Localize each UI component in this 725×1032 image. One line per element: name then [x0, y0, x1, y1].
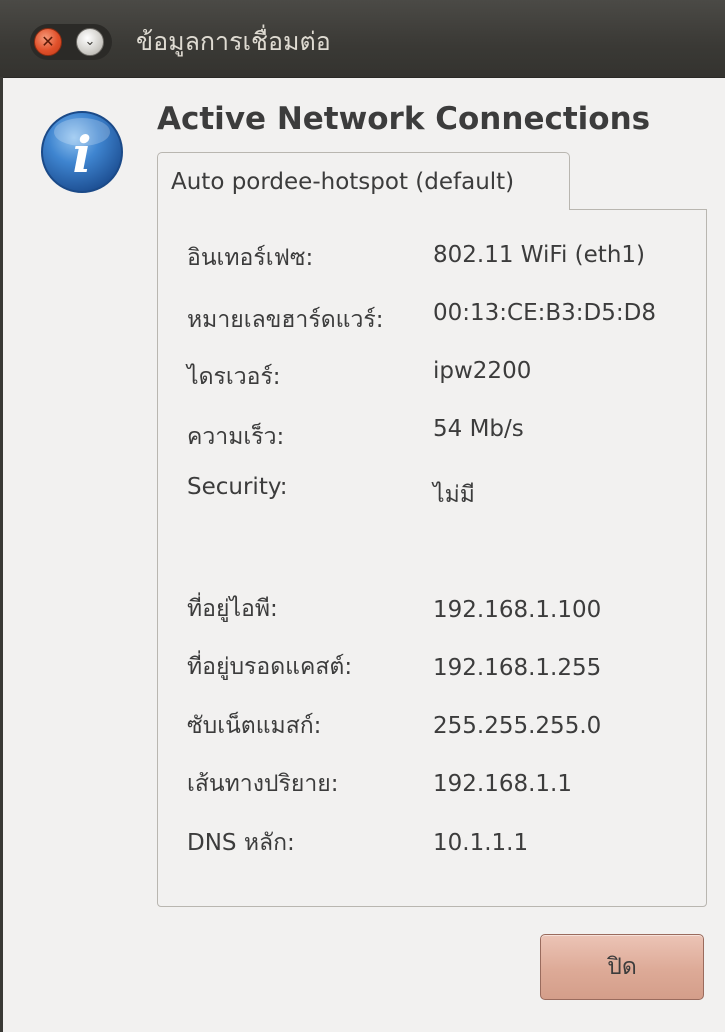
speed-value: 54 Mb/s [433, 416, 524, 442]
primary-dns-label: DNS หลัก: [187, 830, 295, 856]
window-menu-button[interactable]: ⌄ [76, 28, 104, 56]
ip-address-value: 192.168.1.100 [433, 597, 602, 623]
security-value: ไม่มี [433, 482, 475, 508]
broadcast-address-label: ที่อยู่บรอดแคสต์: [187, 654, 353, 680]
close-button[interactable]: ปิด [540, 934, 704, 1000]
title-bar: ✕ ⌄ ข้อมูลการเชื่อมต่อ [0, 0, 725, 78]
interface-value: 802.11 WiFi (eth1) [433, 242, 645, 268]
hardware-address-label: หมายเลขฮาร์ดแวร์: [187, 307, 384, 333]
window-close-button[interactable]: ✕ [34, 28, 62, 56]
hardware-address-value: 00:13:CE:B3:D5:D8 [433, 300, 656, 326]
window-title: ข้อมูลการเชื่อมต่อ [136, 27, 331, 56]
security-label: Security: [187, 474, 288, 500]
connection-info-window: ✕ ⌄ ข้อมูลการเชื่อมต่อ i Active Network … [0, 0, 725, 1032]
subnet-mask-label: ซับเน็ตแมสก์: [187, 713, 322, 739]
driver-value: ipw2200 [433, 358, 532, 384]
subnet-mask-value: 255.255.255.0 [433, 713, 602, 739]
primary-dns-value: 10.1.1.1 [433, 830, 529, 856]
info-icon-glyph: i [73, 125, 92, 184]
driver-label: ไดรเวอร์: [187, 364, 281, 390]
tab-label: Auto pordee-hotspot (default) [171, 169, 515, 195]
tab-connection[interactable]: Auto pordee-hotspot (default) [157, 152, 570, 210]
default-route-value: 192.168.1.1 [433, 771, 572, 797]
speed-label: ความเร็ว: [187, 424, 285, 450]
broadcast-address-value: 192.168.1.255 [433, 655, 602, 681]
dialog-heading: Active Network Connections [157, 101, 651, 137]
default-route-label: เส้นทางปริยาย: [187, 771, 339, 797]
ip-address-label: ที่อยู่ไอพี: [187, 596, 278, 622]
interface-label: อินเทอร์เฟซ: [187, 245, 314, 271]
window-controls: ✕ ⌄ [30, 24, 112, 60]
window-border [0, 77, 3, 1032]
info-icon: i [41, 111, 123, 193]
